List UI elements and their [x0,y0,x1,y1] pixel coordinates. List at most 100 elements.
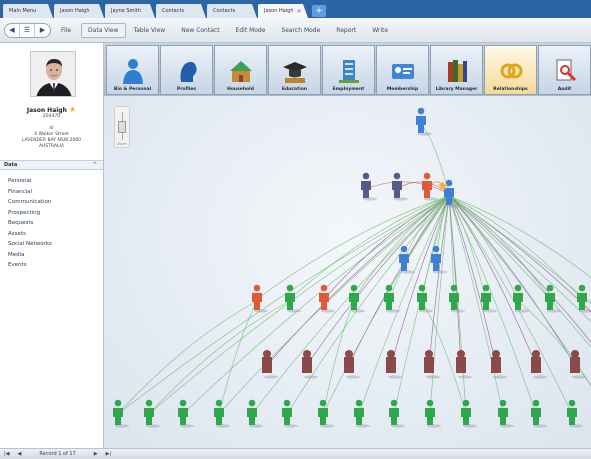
ribbon-button-membership[interactable]: Membership [376,45,429,95]
person-node[interactable] [319,284,335,313]
person-node[interactable] [481,284,497,313]
person-node[interactable] [361,172,377,201]
person-node[interactable] [545,284,561,313]
organisation-node[interactable] [262,350,278,379]
tab-2[interactable]: Jayne Smith [105,4,155,18]
list-icon[interactable]: ☰ [20,23,35,37]
ribbon-button-label: Relationships [493,87,528,92]
relationship-graph[interactable]: ★ [104,96,591,448]
tab-4[interactable]: Contacts [207,4,257,18]
previous-record-icon[interactable]: ◀ [14,451,26,457]
file-menu[interactable]: File [51,27,81,34]
zoom-slider[interactable]: Zoom [114,106,130,148]
data-item-personal[interactable]: Personal [8,178,52,189]
person-node[interactable] [354,399,370,428]
ribbon-button-label: Profiles [176,87,197,92]
person-node[interactable] [577,284,591,313]
ribbon-button-relationships[interactable]: Relationships [484,45,537,95]
data-item-assets[interactable]: Assets [8,231,52,242]
person-node[interactable] [422,172,438,201]
person-node[interactable] [285,284,301,313]
organisation-node[interactable] [344,350,360,379]
toolbar-table-view[interactable]: Table View [126,27,174,34]
data-section-header[interactable]: Data ^ [0,160,103,170]
first-record-icon[interactable]: |◀ [0,451,14,457]
person-node[interactable] [425,399,441,428]
navigation-cluster: ◀ ☰ ▶ [4,22,51,38]
audit-icon [556,59,576,82]
tab-label: Jason Haigh [60,8,90,14]
person-node[interactable] [252,284,268,313]
tab-1[interactable]: Jason Haigh [54,4,104,18]
person-node[interactable] [389,399,405,428]
toolbar-report[interactable]: Report [328,27,364,34]
ribbon-button-label: Library Manager [435,87,478,92]
forward-icon[interactable]: ▶ [35,24,50,37]
toolbar: ◀ ☰ ▶ File Data View Table View New Contac… [0,18,591,43]
ribbon-button-education[interactable]: Education [268,45,321,95]
organisation-node[interactable] [424,350,440,379]
next-record-icon[interactable]: ▶ [90,451,102,457]
chevron-up-icon[interactable]: ^ [93,161,97,170]
zoom-label: Zoom [116,142,128,146]
ribbon-button-household[interactable]: Household [214,45,267,95]
data-item-prospecting[interactable]: Prospecting [8,210,52,221]
bio-personal-icon [122,59,143,84]
person-node[interactable] [567,399,583,428]
data-item-events[interactable]: Events [8,262,52,273]
last-record-icon[interactable]: ▶| [102,451,116,457]
organisation-node[interactable] [531,350,547,379]
tab-label: Jayne Smith [111,8,141,14]
person-node[interactable] [531,399,547,428]
person-node[interactable] [449,284,465,313]
close-icon[interactable]: × [297,8,302,15]
data-item-communication[interactable]: Communication [8,199,52,210]
toolbar-edit-mode[interactable]: Edit Mode [228,27,274,34]
zoom-thumb[interactable] [118,121,126,133]
data-item-social-networks[interactable]: Social Networks [8,241,52,252]
organisation-node[interactable] [456,350,472,379]
ribbon-button-bio-personal[interactable]: Bio & Personal [106,45,159,95]
toolbar-search-mode[interactable]: Search Mode [273,27,328,34]
data-item-financial[interactable]: Financial [8,189,52,200]
organisation-node[interactable] [302,350,318,379]
person-id: 204470 [42,114,61,119]
person-node[interactable] [498,399,514,428]
tab-3[interactable]: Contacts [156,4,206,18]
data-item-media[interactable]: Media [8,252,52,263]
relationship-edge [117,195,450,415]
toolbar-write[interactable]: Write [364,27,396,34]
ribbon-button-employment[interactable]: Employment [322,45,375,95]
person-node[interactable] [431,245,447,274]
membership-icon [391,64,414,79]
person-node[interactable] [178,399,194,428]
person-node[interactable] [282,399,298,428]
education-icon [282,62,307,83]
person-node[interactable] [416,107,432,136]
new-tab-button[interactable]: + [312,5,326,17]
person-node[interactable] [113,399,129,428]
organisation-node[interactable] [386,350,402,379]
toolbar-data-view[interactable]: Data View [81,22,126,38]
person-node[interactable] [392,172,408,201]
person-node[interactable] [318,399,334,428]
person-node[interactable] [417,284,433,313]
household-icon [229,61,252,82]
person-node[interactable] [384,284,400,313]
tab-0[interactable]: Main Menu [3,4,53,18]
tab-5[interactable]: Jason Haigh × [258,4,308,18]
ribbon-button-library-manager[interactable]: Library Manager [430,45,483,95]
back-icon[interactable]: ◀ [5,23,20,37]
person-node[interactable] [214,399,230,428]
ribbon-button-audit[interactable]: Audit [538,45,591,95]
toolbar-new-contact[interactable]: New Contact [173,27,227,34]
person-node[interactable] [247,399,263,428]
data-item-bequests[interactable]: Bequests [8,220,52,231]
star-icon[interactable]: ★ [69,105,76,114]
relationship-graph-area[interactable]: ★ Zoom [104,96,591,448]
person-node[interactable] [461,399,477,428]
person-node[interactable] [349,284,365,313]
organisation-node[interactable] [491,350,507,379]
ribbon-button-profiles[interactable]: Profiles [160,45,213,95]
person-node[interactable] [144,399,160,428]
